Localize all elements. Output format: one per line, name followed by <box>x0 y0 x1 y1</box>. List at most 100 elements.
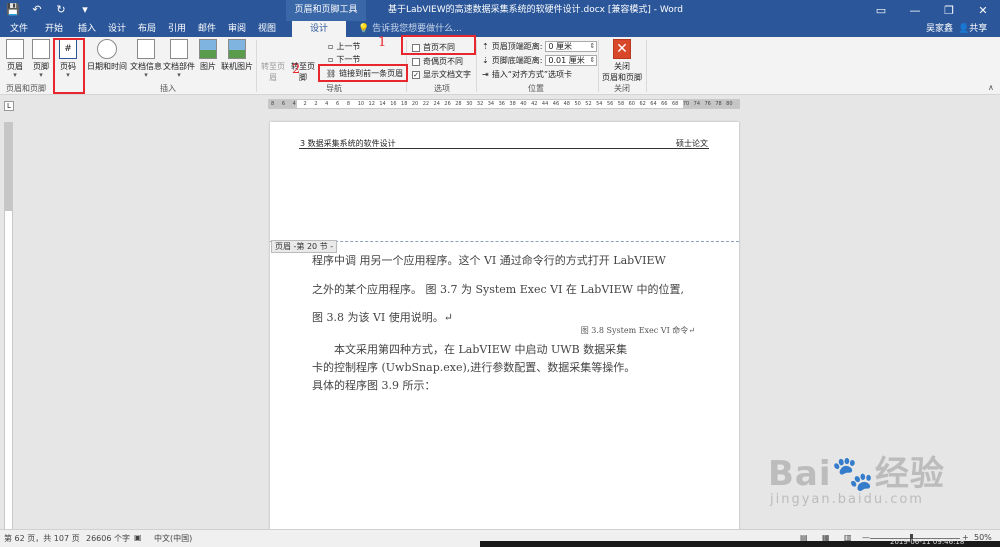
group-separator <box>476 40 477 92</box>
ruler-tick-label: 40 <box>520 101 527 107</box>
ribbon-display-options-icon[interactable]: ▭ <box>864 0 898 21</box>
ruler-tick-label: 48 <box>563 101 570 107</box>
footer-bottom-distance: ⇣ 页脚底端距离: 0.01 厘米 <box>482 55 598 66</box>
restore-icon[interactable]: ❐ <box>932 0 966 21</box>
group-separator <box>598 40 599 92</box>
ruler-tick-label: 52 <box>585 101 592 107</box>
undo-icon[interactable]: ↶ <box>30 3 44 17</box>
tell-me-text: 告诉我您想要做什么... <box>372 24 462 34</box>
body-line-6[interactable]: 具体的程序图 3.9 所示： <box>312 377 436 393</box>
tab-design[interactable]: 设计 <box>104 21 130 37</box>
alignment-tab-icon: ⇥ <box>482 70 489 79</box>
previous-label: 上一节 <box>336 42 361 51</box>
goto-header-button[interactable]: 转至页眉 <box>258 61 288 83</box>
different-odd-even-checkbox[interactable]: 奇偶页不同 <box>412 56 463 67</box>
tab-home[interactable]: 开始 <box>40 21 68 37</box>
close-icon[interactable]: ✕ <box>966 0 1000 21</box>
header-label: 页眉 <box>7 62 23 71</box>
doc-parts-button[interactable]: 文档部件 ▾ <box>163 39 195 79</box>
date-time-button[interactable]: 日期和时间 <box>86 39 128 72</box>
tab-references[interactable]: 引用 <box>164 21 190 37</box>
footer-button[interactable]: 页脚 ▾ <box>30 39 52 79</box>
ruler-tick-label: 8 <box>346 101 351 107</box>
group-separator <box>256 40 257 92</box>
ribbon-tabs: 文件 开始 插入 设计 布局 引用 邮件 审阅 视图 设计 💡 告诉我您想要做什… <box>0 21 1000 37</box>
share-button[interactable]: 👤共享 <box>958 21 987 37</box>
redo-icon[interactable]: ↻ <box>54 3 68 17</box>
customize-qat-icon[interactable]: ▾ <box>78 3 92 17</box>
online-picture-button[interactable]: 联机图片 <box>220 39 254 72</box>
body-line-1[interactable]: 程序中调 用另一个应用程序。这个 VI 通过命令行的方式打开 LabVIEW <box>312 252 666 268</box>
header-button[interactable]: 页眉 ▾ <box>4 39 26 79</box>
tab-insert[interactable]: 插入 <box>74 21 100 37</box>
group-label-position: 位置 <box>528 84 544 93</box>
footer-bottom-input[interactable]: 0.01 厘米 <box>545 55 598 66</box>
ruler-tick-label: 14 <box>379 101 386 107</box>
body-line-5[interactable]: 卡的控制程序 (UwbSnap.exe),进行参数配置、数据采集等操作。 <box>312 359 635 375</box>
language[interactable]: 中文(中国) <box>154 533 192 544</box>
person-icon: 👤 <box>958 24 970 34</box>
footer-bottom-icon: ⇣ <box>482 56 489 65</box>
close-header-footer-button[interactable]: ✕ 关闭 页眉和页脚 <box>600 39 644 83</box>
group-label-insert: 插入 <box>160 84 176 93</box>
insert-alignment-tab-button[interactable]: ⇥ 插入“对齐方式”选项卡 <box>482 69 572 80</box>
picture-label: 图片 <box>200 62 216 71</box>
tab-layout[interactable]: 布局 <box>134 21 160 37</box>
doc-parts-label: 文档部件 <box>163 62 195 71</box>
ruler-tick-label: 38 <box>509 101 516 107</box>
ruler-tick-label: 62 <box>639 101 646 107</box>
contextual-tab-group-label: 页眉和页脚工具 <box>286 0 366 21</box>
tab-mailings[interactable]: 邮件 <box>194 21 220 37</box>
tab-file[interactable]: 文件 <box>6 21 32 37</box>
collapse-ribbon-icon[interactable]: ∧ <box>988 83 994 92</box>
close-label-line1: 关闭 <box>614 62 630 71</box>
picture-button[interactable]: 图片 <box>197 39 219 72</box>
title-bar: 💾 ↶ ↻ ▾ 页眉和页脚工具 基于LabVIEW的高速数据采集系统的软硬件设计… <box>0 0 1000 21</box>
quick-access-toolbar: 💾 ↶ ↻ ▾ <box>6 3 92 17</box>
doc-info-button[interactable]: 文档信息 ▾ <box>130 39 162 79</box>
page-count[interactable]: 第 62 页，共 107 页 <box>4 533 80 544</box>
show-document-text-checkbox[interactable]: ✓ 显示文档文字 <box>412 69 471 80</box>
group-separator <box>646 40 647 92</box>
previous-section-button[interactable]: ▫ 上一节 <box>328 41 360 52</box>
ruler-tick-label: 56 <box>606 101 614 107</box>
user-name[interactable]: 吴家鑫 <box>926 21 953 37</box>
header-top-input[interactable]: 0 厘米 <box>545 41 598 52</box>
ruler-tick-label: 44 <box>541 101 549 107</box>
tab-selector[interactable]: L <box>4 101 14 111</box>
header-boundary <box>270 241 739 242</box>
tab-header-footer-design[interactable]: 设计 <box>292 21 346 37</box>
horizontal-ruler[interactable]: 8 6 4 2 2 4 6 8 10 12 14 16 18 20 22 24 26 28 30 32 34 36 38 40… <box>268 99 740 109</box>
ruler-tick-label: 64 <box>650 101 657 107</box>
proofing-icon[interactable]: ▣ <box>134 533 142 542</box>
ruler-tick-label: 42 <box>531 101 538 107</box>
body-line-3[interactable]: 图 3.8 为该 VI 使用说明。↵ <box>312 309 453 325</box>
ruler-tick-label: 78 <box>715 101 722 107</box>
annotation-box-link-previous <box>318 64 408 82</box>
tab-view[interactable]: 视图 <box>254 21 280 37</box>
close-label-line2: 页眉和页脚 <box>602 73 642 82</box>
document-page[interactable]: 3 数据采集系统的软件设计 硕士论文 页眉 -第 20 节 - 程序中调 用另一… <box>270 122 739 542</box>
document-info-icon <box>137 39 155 59</box>
checkbox-checked-icon: ✓ <box>412 70 420 79</box>
body-line-2[interactable]: 之外的某个应用程序。 图 3.7 为 System Exec VI 在 LabV… <box>312 281 684 297</box>
tab-review[interactable]: 审阅 <box>224 21 250 37</box>
word-count[interactable]: 26606 个字 <box>86 533 130 544</box>
annotation-number-2: 2 <box>292 62 301 77</box>
online-picture-icon <box>228 39 246 59</box>
save-icon[interactable]: 💾 <box>6 3 20 17</box>
share-label: 共享 <box>969 24 988 34</box>
watermark-url: jingyan.baidu.com <box>770 492 924 507</box>
ruler-tick-label: 54 <box>596 101 603 107</box>
minimize-icon[interactable]: — <box>898 0 932 21</box>
chevron-down-icon: ▾ <box>144 71 148 79</box>
footer-bottom-label: 页脚底端距离: <box>491 56 543 65</box>
document-title: 基于LabVIEW的高速数据采集系统的软硬件设计.docx [兼容模式] - W… <box>388 5 683 15</box>
body-line-4[interactable]: 本文采用第四种方式，在 LabVIEW 中启动 UWB 数据采集 <box>334 341 627 357</box>
ruler-tick-label: 2 <box>303 101 307 107</box>
header-top-distance: ⇡ 页眉顶端距离: 0 厘米 <box>482 41 598 52</box>
picture-icon <box>199 39 217 59</box>
vertical-ruler[interactable] <box>4 122 13 530</box>
footer-icon <box>32 39 50 59</box>
figure-caption[interactable]: 图 3.8 System Exec VI 命令↵ <box>581 325 695 336</box>
